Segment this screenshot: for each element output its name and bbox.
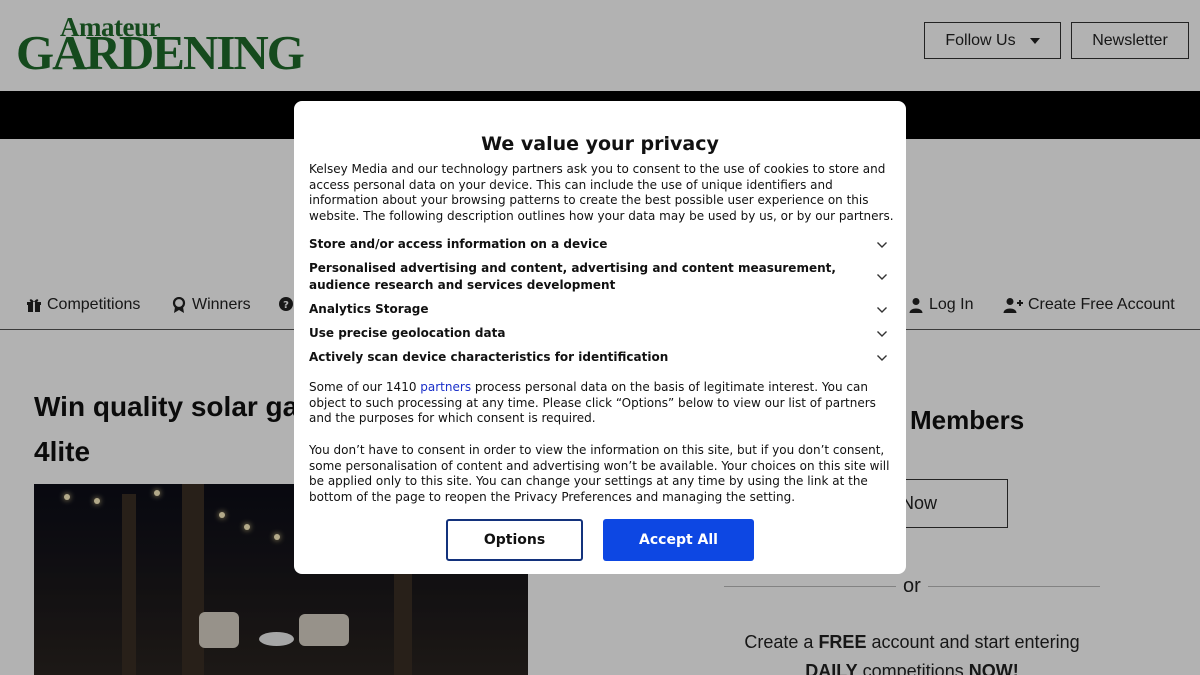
purpose-label: Actively scan device characteristics for… bbox=[309, 350, 669, 364]
chevron-down-icon[interactable] bbox=[876, 239, 888, 251]
consent-note: You don’t have to consent in order to vi… bbox=[309, 443, 890, 504]
purpose-label: Store and/or access information on a dev… bbox=[309, 237, 608, 251]
accept-all-label: Accept All bbox=[639, 532, 718, 548]
purpose-item[interactable]: Use precise geolocation data bbox=[309, 325, 889, 342]
purpose-label: Analytics Storage bbox=[309, 302, 429, 316]
consent-legitimate-interest: Some of our 1410 partners process person… bbox=[309, 380, 894, 427]
purpose-item[interactable]: Analytics Storage bbox=[309, 301, 889, 318]
options-label: Options bbox=[483, 532, 546, 548]
consent-intro: Kelsey Media and our technology partners… bbox=[309, 162, 894, 223]
chevron-down-icon[interactable] bbox=[876, 304, 888, 316]
chevron-down-icon[interactable] bbox=[876, 328, 888, 340]
purpose-label: Use precise geolocation data bbox=[309, 326, 506, 340]
purpose-item[interactable]: Actively scan device characteristics for… bbox=[309, 349, 889, 366]
accept-all-button[interactable]: Accept All bbox=[603, 519, 754, 561]
consent-purposes-list: Store and/or access information on a dev… bbox=[309, 236, 889, 373]
privacy-consent-dialog: We value your privacy Kelsey Media and o… bbox=[294, 101, 906, 574]
chevron-down-icon[interactable] bbox=[876, 271, 888, 283]
consent-title: We value your privacy bbox=[481, 133, 719, 155]
purpose-label: Personalised advertising and content, ad… bbox=[309, 261, 836, 292]
consent-p2-pre: Some of our 1410 bbox=[309, 380, 421, 394]
partners-link[interactable]: partners bbox=[420, 380, 471, 394]
purpose-item[interactable]: Personalised advertising and content, ad… bbox=[309, 260, 889, 294]
chevron-down-icon[interactable] bbox=[876, 352, 888, 364]
purpose-item[interactable]: Store and/or access information on a dev… bbox=[309, 236, 889, 253]
options-button[interactable]: Options bbox=[446, 519, 583, 561]
